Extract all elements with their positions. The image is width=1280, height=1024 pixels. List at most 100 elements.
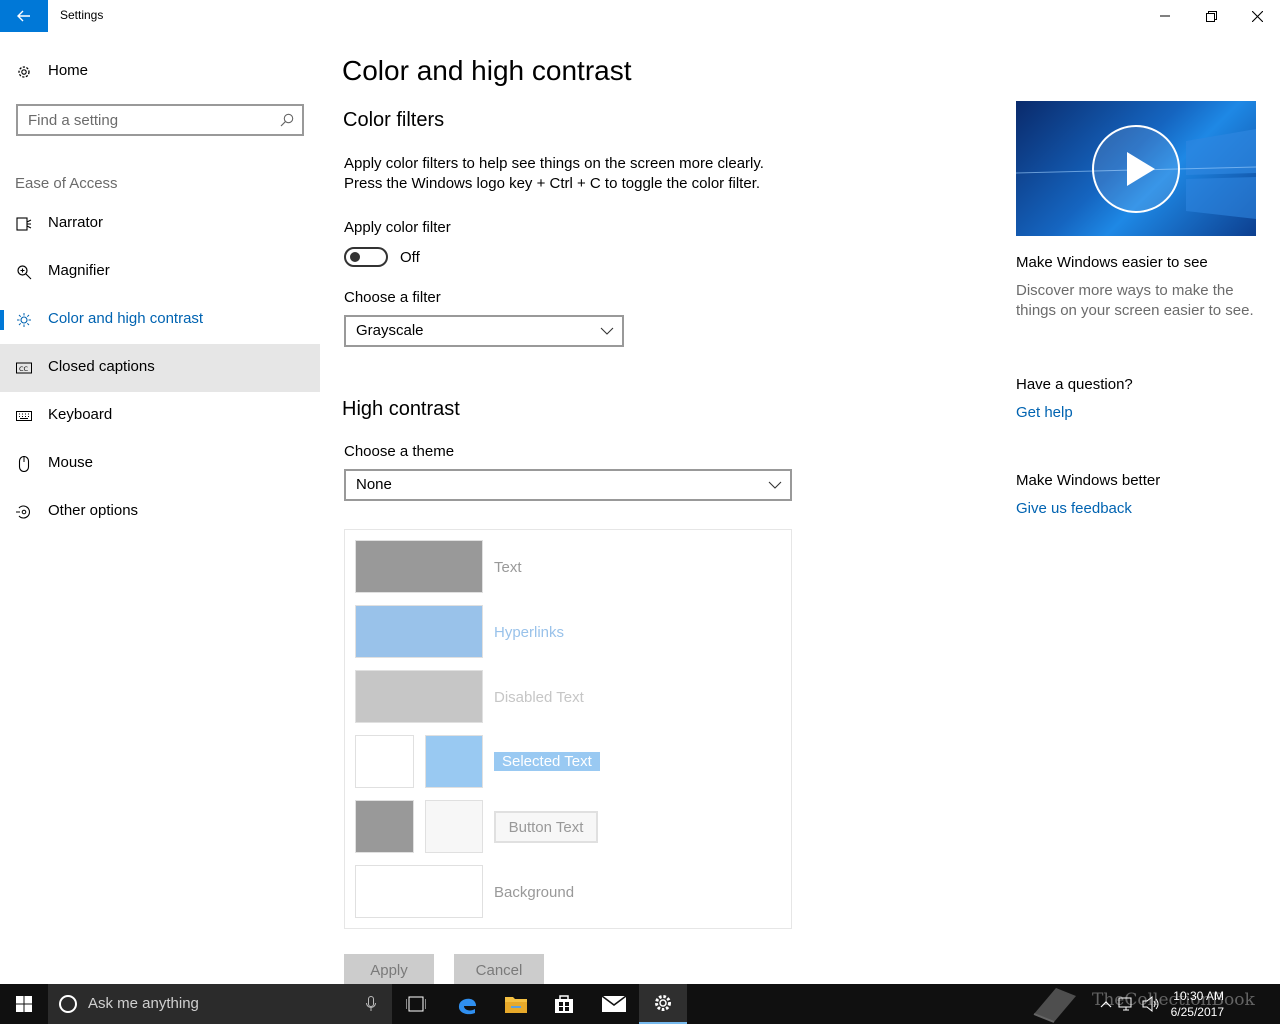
taskbar-clock[interactable]: 10:30 AM 6/25/2017 [1171, 988, 1224, 1020]
high-contrast-preview: Text Hyperlinks Disabled Text Selected T… [344, 529, 792, 929]
settings-taskbar-button[interactable] [639, 984, 687, 1024]
restore-icon [1205, 10, 1217, 22]
mouse-icon [18, 456, 30, 472]
sidebar-item-label: Color and high contrast [48, 310, 204, 327]
microphone-icon[interactable] [366, 996, 376, 1012]
preview-text-label: Text [494, 559, 522, 576]
network-icon[interactable] [1118, 996, 1134, 1012]
color-filter-toggle[interactable] [344, 247, 388, 267]
start-button[interactable] [0, 984, 48, 1024]
button-text-fg-swatch [355, 800, 414, 853]
video-desc-line1: Discover more ways to make the [1016, 282, 1234, 299]
chevron-down-icon [600, 327, 614, 335]
tray-chevron-up-icon[interactable] [1100, 1000, 1112, 1008]
home-nav-item[interactable]: Home [0, 48, 320, 96]
sidebar-item-keyboard[interactable]: Keyboard [0, 392, 320, 440]
sidebar-item-other-options[interactable]: Other options [0, 488, 320, 536]
restore-button[interactable] [1188, 0, 1234, 32]
filter-dropdown[interactable]: Grayscale [344, 315, 624, 347]
brightness-icon [17, 313, 31, 327]
mail-button[interactable] [590, 984, 638, 1024]
page-title: Color and high contrast [342, 55, 632, 86]
keyboard-icon [16, 411, 32, 421]
sidebar-item-label: Keyboard [48, 406, 113, 423]
file-explorer-button[interactable] [492, 984, 540, 1024]
close-button[interactable] [1234, 0, 1280, 32]
preview-background-label: Background [494, 884, 575, 901]
task-view-button[interactable] [392, 984, 440, 1024]
sidebar-item-label: Mouse [48, 454, 94, 471]
mail-icon [602, 996, 626, 1012]
cortana-icon [59, 995, 77, 1013]
choose-filter-label: Choose a filter [344, 289, 441, 306]
choose-theme-label: Choose a theme [344, 443, 455, 460]
search-input[interactable] [18, 106, 268, 134]
text-color-swatch [355, 540, 483, 593]
sidebar-item-color-high-contrast[interactable]: Color and high contrast [0, 296, 320, 344]
preview-button-text-label: Button Text [494, 811, 598, 843]
back-button[interactable] [0, 0, 48, 32]
feedback-link[interactable]: Give us feedback [1016, 500, 1132, 517]
store-icon [555, 995, 573, 1013]
edge-icon [458, 998, 476, 1015]
toggle-state-label: Off [400, 249, 420, 266]
get-help-link[interactable]: Get help [1016, 404, 1073, 421]
window-title: Settings [60, 8, 104, 22]
task-view-icon [406, 996, 426, 1012]
windows-start-icon [16, 996, 32, 1012]
search-box[interactable] [16, 104, 304, 136]
home-label: Home [48, 62, 89, 79]
sidebar-item-label: Other options [48, 502, 139, 519]
color-filters-desc-line1: Apply color filters to help see things o… [344, 155, 764, 172]
disabled-text-color-swatch [355, 670, 483, 723]
preview-hyperlinks-label: Hyperlinks [494, 624, 565, 641]
minimize-button[interactable] [1142, 0, 1188, 32]
back-arrow-icon [17, 10, 30, 22]
sidebar-item-narrator[interactable]: Narrator [0, 200, 320, 248]
color-filters-heading: Color filters [343, 109, 445, 131]
video-desc-line2: things on your screen easier to see. [1016, 302, 1254, 319]
cortana-search-box[interactable]: Ask me anything [48, 984, 392, 1024]
filter-dropdown-value: Grayscale [356, 322, 424, 339]
title-bar: Settings [0, 0, 1280, 32]
other-options-icon [16, 505, 30, 519]
high-contrast-heading: High contrast [342, 398, 460, 420]
folder-icon [505, 997, 527, 1013]
play-icon [1092, 125, 1180, 213]
sidebar-item-mouse[interactable]: Mouse [0, 440, 320, 488]
sidebar-item-closed-captions[interactable]: CC Closed captions [0, 344, 320, 392]
volume-icon[interactable] [1142, 996, 1160, 1012]
video-thumbnail[interactable] [1016, 101, 1256, 236]
sidebar-item-label: Narrator [48, 214, 104, 231]
selected-text-bg-swatch [425, 735, 483, 788]
apply-button[interactable]: Apply [344, 954, 434, 986]
cortana-placeholder: Ask me anything [88, 995, 199, 1012]
theme-dropdown[interactable]: None [344, 469, 792, 501]
button-text-bg-swatch [425, 800, 483, 853]
cancel-button[interactable]: Cancel [454, 954, 544, 986]
make-windows-better-heading: Make Windows better [1016, 472, 1161, 489]
sidebar-item-label: Closed captions [48, 358, 155, 375]
gear-icon [655, 995, 671, 1011]
store-button[interactable] [540, 984, 588, 1024]
edge-button[interactable] [443, 984, 491, 1024]
book-watermark-icon [1033, 988, 1076, 1023]
color-filters-desc-line2: Press the Windows logo key + Ctrl + C to… [344, 175, 761, 192]
sidebar-item-label: Magnifier [48, 262, 110, 279]
question-heading: Have a question? [1016, 376, 1133, 393]
preview-selected-text-label: Selected Text [494, 752, 600, 771]
taskbar: Ask me anything 10:30 AM 6/25/2017 TheCo… [0, 984, 1280, 1024]
preview-disabled-text-label: Disabled Text [494, 689, 584, 706]
gear-icon [18, 66, 30, 78]
section-label: Ease of Access [15, 175, 118, 192]
svg-text:CC: CC [19, 365, 29, 373]
selected-text-fg-swatch [355, 735, 414, 788]
clock-date: 6/25/2017 [1170, 1005, 1224, 1019]
hyperlink-color-swatch [355, 605, 483, 658]
minimize-icon [1160, 15, 1170, 17]
search-icon [280, 113, 294, 127]
theme-dropdown-value: None [356, 476, 392, 493]
close-icon [1251, 10, 1263, 22]
sidebar-item-magnifier[interactable]: Magnifier [0, 248, 320, 296]
narrator-icon [16, 217, 32, 231]
